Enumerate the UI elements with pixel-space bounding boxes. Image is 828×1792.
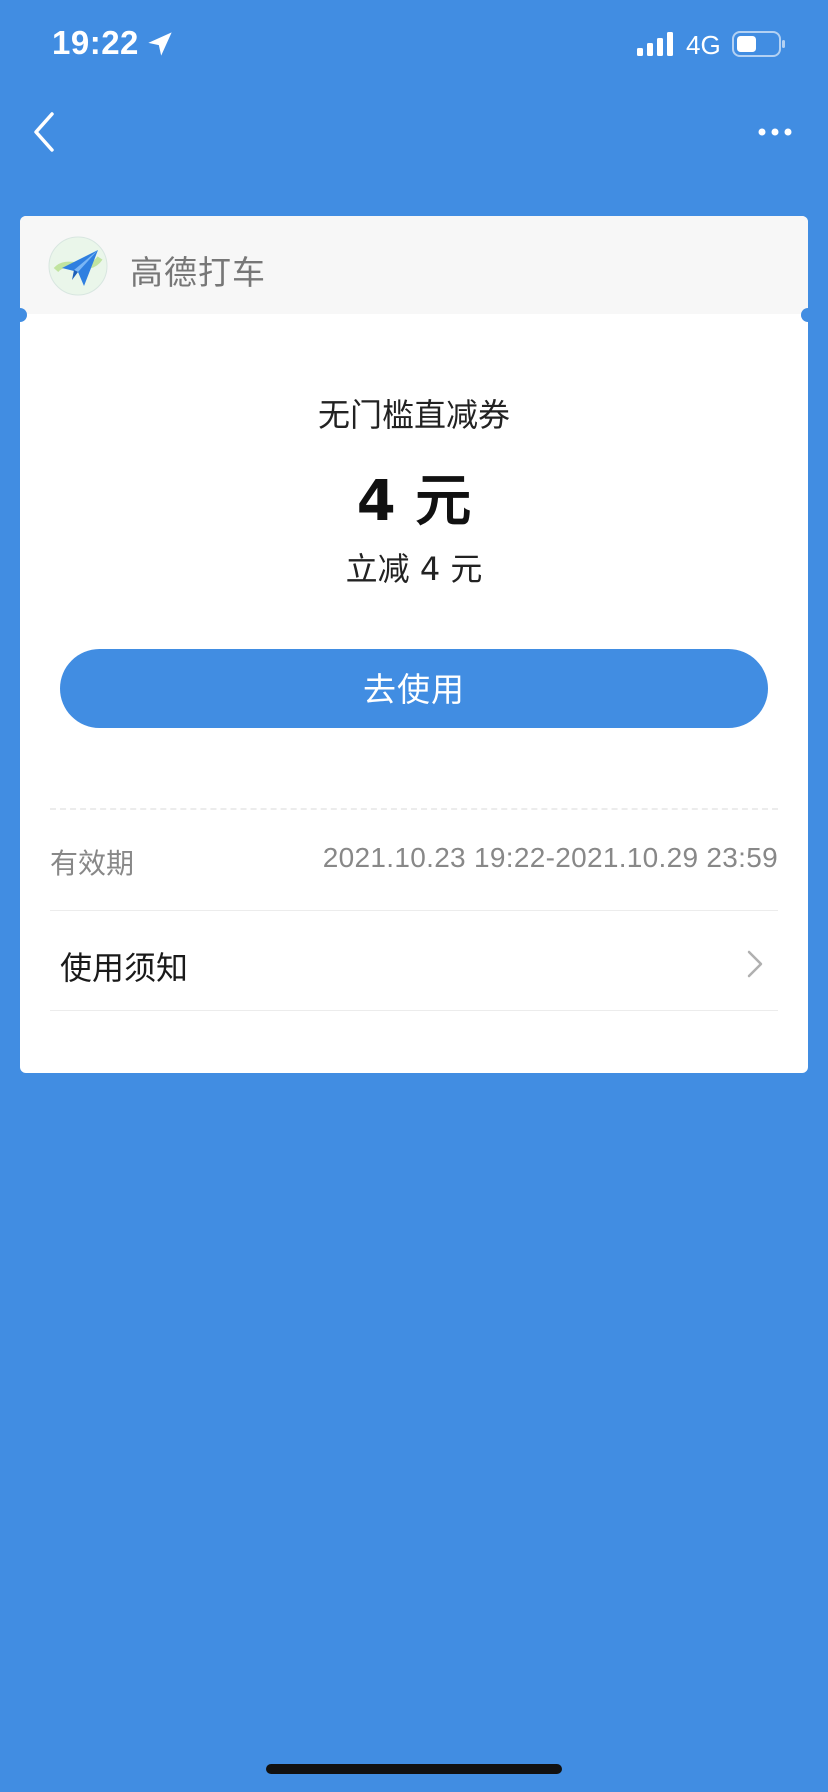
coupon-card: 高德打车 无门槛直减券 4 元 立减 4 元 去使用 有效期 2021.10.2… (20, 216, 808, 1073)
validity-label: 有效期 (50, 847, 135, 880)
use-coupon-button[interactable]: 去使用 (60, 649, 768, 728)
card-notch-right (801, 308, 808, 322)
divider (50, 1010, 778, 1011)
more-button[interactable] (756, 118, 796, 146)
chevron-left-icon (34, 112, 54, 152)
home-indicator[interactable] (266, 1764, 562, 1774)
brand-name: 高德打车 (130, 253, 266, 292)
location-arrow-icon (148, 32, 172, 56)
network-type: 4G (686, 30, 721, 60)
signal-bars-icon (637, 32, 673, 56)
paper-plane-logo-icon (48, 236, 108, 296)
more-dots-icon (758, 128, 792, 136)
status-bar: 19:22 4G (0, 0, 828, 90)
chevron-right-icon (747, 950, 763, 978)
coupon-amount: 4 元 (356, 469, 472, 534)
usage-notice-row[interactable]: 使用须知 (50, 911, 778, 1011)
coupon-description: 立减 4 元 (345, 550, 483, 588)
status-time: 19:22 (52, 24, 139, 61)
validity-value: 2021.10.23 19:22-2021.10.29 23:59 (322, 842, 778, 873)
card-header: 高德打车 (20, 216, 808, 314)
battery-icon (732, 31, 785, 57)
back-button[interactable] (28, 108, 64, 156)
dashed-divider (50, 808, 778, 810)
usage-notice-label: 使用须知 (60, 949, 189, 987)
coupon-type: 无门槛直减券 (317, 396, 510, 434)
